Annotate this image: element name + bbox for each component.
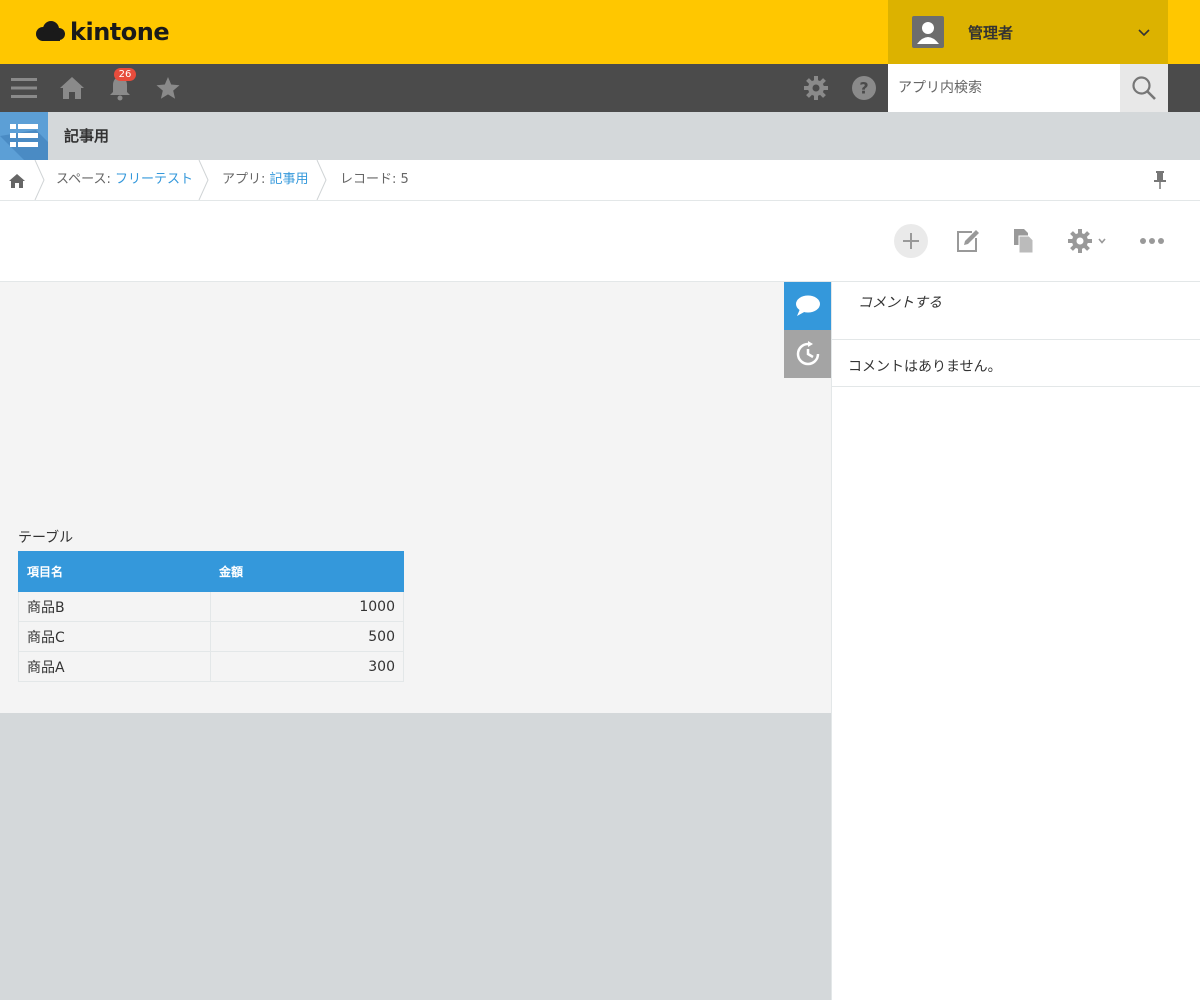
- table-row: 商品A 300: [18, 651, 404, 682]
- amount-cell: 1000: [210, 591, 404, 622]
- breadcrumb-home-icon[interactable]: [8, 172, 26, 190]
- breadcrumb-app-prefix: アプリ:: [222, 172, 270, 187]
- edit-record-button[interactable]: [949, 223, 985, 259]
- more-options-button[interactable]: [1134, 223, 1170, 259]
- breadcrumb-separator: [34, 160, 45, 200]
- breadcrumb-space-prefix: スペース:: [56, 172, 115, 187]
- avatar: [912, 16, 944, 48]
- menu-icon[interactable]: [8, 72, 40, 104]
- app-icon[interactable]: [0, 112, 48, 160]
- item-name-cell: 商品B: [18, 591, 211, 622]
- comment-bubble-icon: [796, 295, 820, 316]
- amount-cell: 500: [210, 621, 404, 652]
- item-name-cell: 商品C: [18, 621, 211, 652]
- table-row: 商品C 500: [18, 621, 404, 652]
- notification-badge: 26: [114, 68, 136, 81]
- search-icon: [1132, 76, 1156, 100]
- gear-icon: [1068, 229, 1092, 253]
- breadcrumb-separator: [316, 160, 327, 200]
- breadcrumb: スペース: フリーテスト アプリ: 記事用 レコード: 5: [0, 160, 1200, 201]
- breadcrumb-record: レコード: 5: [340, 172, 409, 187]
- pin-icon[interactable]: [1152, 170, 1168, 190]
- breadcrumb-app: アプリ: 記事用: [222, 160, 309, 200]
- kintone-logo[interactable]: kintone: [34, 16, 170, 48]
- app-title: 記事用: [64, 127, 110, 145]
- plus-icon: [903, 233, 919, 249]
- table-row: 商品B 1000: [18, 591, 404, 622]
- breadcrumb-space-link[interactable]: フリーテスト: [115, 172, 193, 187]
- header-bar: kintone 管理者: [0, 0, 1200, 64]
- subtable: 項目名 金額 商品B 1000 商品C 500 商品A 300: [18, 551, 404, 682]
- logo-text: kintone: [70, 18, 170, 46]
- breadcrumb-app-link[interactable]: 記事用: [270, 172, 309, 187]
- gear-icon[interactable]: [800, 72, 832, 104]
- list-app-icon: [0, 124, 48, 160]
- no-comments-message: コメントはありません。: [832, 341, 1200, 387]
- user-name: 管理者: [968, 23, 1014, 42]
- breadcrumb-separator: [198, 160, 209, 200]
- table-field-label: テーブル: [18, 530, 74, 546]
- copy-document-icon: [1014, 229, 1034, 254]
- comments-tab[interactable]: [784, 282, 832, 330]
- record-settings-button[interactable]: [1061, 223, 1113, 259]
- chevron-down-icon: [1098, 238, 1106, 244]
- cloud-logo-icon: [36, 21, 65, 41]
- home-icon[interactable]: [56, 72, 88, 104]
- app-title-bar: 記事用: [0, 112, 1200, 160]
- comment-input[interactable]: コメントする: [832, 282, 1200, 340]
- edit-icon: [957, 230, 979, 252]
- search-button[interactable]: [1120, 64, 1168, 112]
- column-header-amount: 金額: [210, 551, 404, 592]
- record-detail-area: テーブル 項目名 金額 商品B 1000 商品C 500 商品A 300: [0, 282, 831, 713]
- user-icon: [917, 22, 939, 44]
- amount-cell: 300: [210, 651, 404, 682]
- breadcrumb-space: スペース: フリーテスト: [56, 160, 193, 200]
- duplicate-record-button[interactable]: [1005, 223, 1041, 259]
- add-record-button[interactable]: [894, 224, 928, 258]
- comment-input-placeholder[interactable]: コメントする: [858, 292, 942, 312]
- comment-panel: コメントする コメントはありません。: [831, 282, 1200, 1000]
- user-menu[interactable]: 管理者: [888, 0, 1168, 64]
- record-toolbar: [0, 201, 1200, 282]
- history-tab[interactable]: [784, 330, 832, 378]
- app-search-input[interactable]: [888, 64, 1120, 112]
- chevron-down-icon: [1138, 29, 1150, 37]
- help-icon[interactable]: ?: [848, 72, 880, 104]
- more-dots-icon: [1140, 238, 1164, 244]
- star-icon[interactable]: [152, 72, 184, 104]
- history-clock-icon: [796, 341, 820, 366]
- svg-text:?: ?: [859, 79, 868, 98]
- item-name-cell: 商品A: [18, 651, 211, 682]
- column-header-name: 項目名: [18, 551, 211, 592]
